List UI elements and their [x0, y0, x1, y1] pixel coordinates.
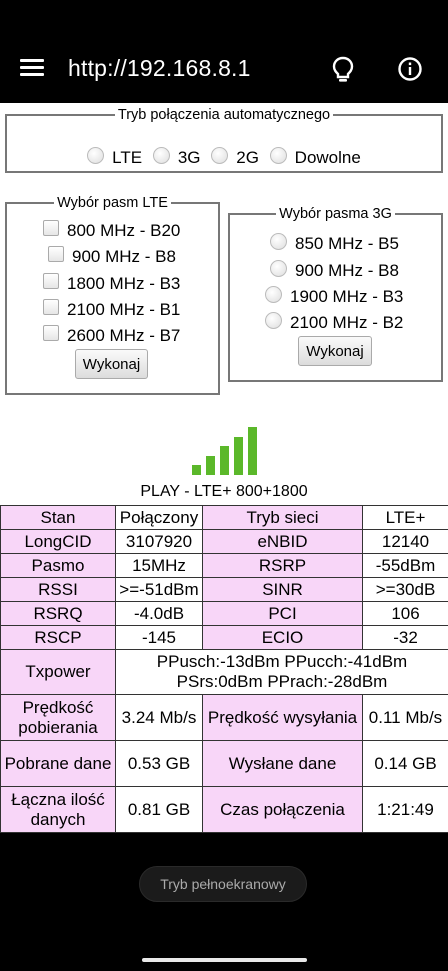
radio-umts-b2[interactable] — [265, 312, 282, 329]
cell-enbid-label: eNBID — [202, 529, 363, 554]
cell-ecio-label: ECIO — [202, 625, 363, 650]
umts-bands-legend: Wybór pasma 3G — [279, 206, 392, 222]
provider-label: PLAY - LTE+ 800+1800 — [140, 483, 308, 500]
table-row: RSSI >=-51dBm SINR >=30dB — [0, 577, 448, 602]
cell-rscp-value: -145 — [115, 625, 203, 650]
checkbox-b7[interactable] — [43, 325, 59, 341]
lte-band-b7[interactable]: 2600 MHz - B7 — [43, 325, 180, 346]
cell-pci-value: 106 — [362, 601, 448, 626]
signal-bar — [192, 465, 201, 475]
cell-longcid-label: LongCID — [0, 529, 116, 554]
txpower-line-2: PSrs:0dBm PPrach:-28dBm — [176, 672, 388, 691]
checkbox-b20[interactable] — [43, 220, 59, 236]
cell-bandwidth-label: Pasmo — [0, 553, 116, 578]
table-row: Prędkość pobierania 3.24 Mb/s Prędkość w… — [0, 694, 448, 741]
cell-sinr-label: SINR — [202, 577, 363, 602]
lte-band-b20[interactable]: 800 MHz - B20 — [43, 220, 180, 241]
mode-option-2g[interactable]: 2G — [211, 147, 259, 167]
lightbulb-icon[interactable] — [330, 56, 356, 84]
page-url: http://192.168.8.1 — [68, 55, 251, 81]
mode-option-any[interactable]: Dowolne — [269, 147, 361, 167]
checkbox-b3[interactable] — [43, 273, 59, 289]
txpower-line-1: PPusch:-13dBm PPucch:-41dBm — [156, 652, 408, 671]
table-row: Pobrane dane 0.53 GB Wysłane dane 0.14 G… — [0, 740, 448, 787]
signal-bar — [248, 427, 257, 475]
cell-downloaded-value: 0.53 GB — [115, 740, 203, 787]
signal-bar — [220, 446, 229, 475]
lte-band-b1[interactable]: 2100 MHz - B1 — [43, 299, 180, 320]
signal-bar — [206, 456, 215, 475]
fullscreen-button[interactable]: Tryb pełnoekranowy — [139, 866, 307, 902]
cell-rssi-label: RSSI — [0, 577, 116, 602]
lte-bands-legend: Wybór pasm LTE — [57, 195, 168, 211]
cell-downloaded-label: Pobrane dane — [0, 740, 116, 787]
table-row: Pasmo 15MHz RSRP -55dBm — [0, 553, 448, 578]
cell-txpower-value: PPusch:-13dBm PPucch:-41dBm PSrs:0dBm PP… — [115, 649, 448, 695]
cell-connection-time-value: 1:21:49 — [362, 786, 448, 833]
signal-bar — [234, 437, 243, 475]
table-row: RSRQ -4.0dB PCI 106 — [0, 601, 448, 626]
connection-mode-group: Tryb połączenia automatycznego LTE 3G 2G… — [5, 107, 443, 173]
cell-enbid-value: 12140 — [362, 529, 448, 554]
umts-band-b2[interactable]: 2100 MHz - B2 — [265, 312, 403, 333]
app-bar: http://192.168.8.1 — [0, 0, 448, 103]
cell-download-speed-value: 3.24 Mb/s — [115, 694, 203, 741]
checkbox-b8[interactable] — [48, 246, 64, 262]
hamburger-menu-icon[interactable] — [20, 59, 44, 77]
cell-longcid-value: 3107920 — [115, 529, 203, 554]
cell-rssi-value: >=-51dBm — [115, 577, 203, 602]
info-icon[interactable] — [397, 56, 423, 82]
radio-b5[interactable] — [270, 233, 287, 250]
cell-sinr-value: >=30dB — [362, 577, 448, 602]
mode-option-lte[interactable]: LTE — [87, 147, 142, 167]
cell-rscp-label: RSCP — [0, 625, 116, 650]
cell-upload-speed-value: 0.11 Mb/s — [362, 694, 448, 741]
table-row: LongCID 3107920 eNBID 12140 — [0, 529, 448, 554]
cell-connection-time-label: Czas połączenia — [202, 786, 363, 833]
cell-state-value: Połączony — [115, 505, 203, 530]
lte-band-b3[interactable]: 1800 MHz - B3 — [43, 273, 180, 294]
table-row: Txpower PPusch:-13dBm PPucch:-41dBm PSrs… — [0, 649, 448, 695]
cell-uploaded-value: 0.14 GB — [362, 740, 448, 787]
cell-rsrq-value: -4.0dB — [115, 601, 203, 626]
mode-option-3g[interactable]: 3G — [152, 147, 201, 167]
cell-total-data-value: 0.81 GB — [115, 786, 203, 833]
radio-umts-b3[interactable] — [265, 286, 282, 303]
radio-lte[interactable] — [87, 147, 105, 164]
signal-strength-icon — [192, 427, 257, 475]
umts-band-b8[interactable]: 900 MHz - B8 — [270, 260, 399, 281]
content-area: Tryb połączenia automatycznego LTE 3G 2G… — [0, 103, 448, 833]
cell-network-mode-label: Tryb sieci — [202, 505, 363, 530]
cell-uploaded-label: Wysłane dane — [202, 740, 363, 787]
status-table: Stan Połączony Tryb sieci LTE+ LongCID 3… — [0, 505, 448, 833]
cell-download-speed-label: Prędkość pobierania — [0, 694, 116, 741]
radio-2g[interactable] — [211, 147, 229, 164]
cell-pci-label: PCI — [202, 601, 363, 626]
lte-band-b8[interactable]: 900 MHz - B8 — [48, 246, 176, 267]
umts-band-b3[interactable]: 1900 MHz - B3 — [265, 286, 403, 307]
cell-upload-speed-label: Prędkość wysyłania — [202, 694, 363, 741]
cell-rsrp-value: -55dBm — [362, 553, 448, 578]
home-indicator[interactable] — [142, 958, 307, 962]
table-row: RSCP -145 ECIO -32 — [0, 625, 448, 650]
radio-3g[interactable] — [152, 147, 170, 164]
table-row: Stan Połączony Tryb sieci LTE+ — [0, 505, 448, 530]
cell-bandwidth-value: 15MHz — [115, 553, 203, 578]
checkbox-b1[interactable] — [43, 299, 59, 315]
radio-any[interactable] — [269, 147, 287, 164]
cell-network-mode-value: LTE+ — [362, 505, 448, 530]
lte-apply-button[interactable]: Wykonaj — [75, 349, 148, 379]
connection-mode-legend: Tryb połączenia automatycznego — [117, 107, 331, 123]
umts-band-b5[interactable]: 850 MHz - B5 — [270, 233, 399, 254]
cell-rsrp-label: RSRP — [202, 553, 363, 578]
table-row: Łączna ilość danych 0.81 GB Czas połącze… — [0, 786, 448, 833]
cell-total-data-label: Łączna ilość danych — [0, 786, 116, 833]
radio-umts-b8[interactable] — [270, 260, 287, 277]
cell-state-label: Stan — [0, 505, 116, 530]
umts-apply-button[interactable]: Wykonaj — [298, 336, 372, 366]
cell-ecio-value: -32 — [362, 625, 448, 650]
cell-rsrq-label: RSRQ — [0, 601, 116, 626]
cell-txpower-label: Txpower — [0, 649, 116, 695]
